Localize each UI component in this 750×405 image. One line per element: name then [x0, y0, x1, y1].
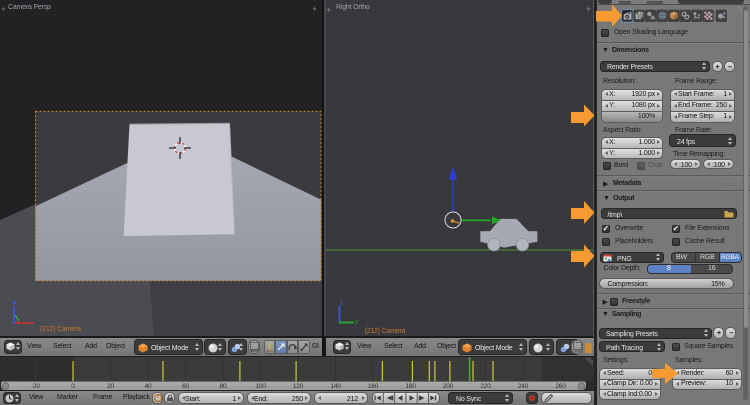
- svg-text:160: 160: [368, 383, 379, 390]
- svg-text:20: 20: [107, 383, 114, 390]
- svg-text:200: 200: [443, 383, 454, 390]
- svg-text:+: +: [312, 4, 317, 14]
- svg-text:60: 60: [182, 383, 189, 390]
- svg-text:40: 40: [145, 383, 152, 390]
- svg-text:+: +: [586, 4, 591, 14]
- svg-text:Right Ortho: Right Ortho: [336, 4, 370, 11]
- svg-text:0: 0: [71, 383, 75, 390]
- svg-text:120: 120: [293, 383, 304, 390]
- svg-text:Camera Persp: Camera Persp: [8, 4, 51, 11]
- svg-text:140: 140: [330, 383, 341, 390]
- svg-text:z: z: [340, 301, 343, 307]
- svg-text:100: 100: [255, 383, 266, 390]
- svg-text:y: y: [355, 319, 358, 325]
- svg-text:(212) Camera: (212) Camera: [40, 326, 81, 333]
- svg-text:80: 80: [220, 383, 227, 390]
- svg-text:+: +: [326, 5, 331, 15]
- svg-text:220: 220: [480, 383, 491, 390]
- svg-text:(212) Camera: (212) Camera: [365, 328, 406, 335]
- svg-text:260: 260: [555, 383, 566, 390]
- svg-text:-20: -20: [31, 383, 40, 390]
- svg-text:180: 180: [405, 383, 416, 390]
- svg-text:240: 240: [518, 383, 529, 390]
- svg-text:+: +: [1, 4, 6, 14]
